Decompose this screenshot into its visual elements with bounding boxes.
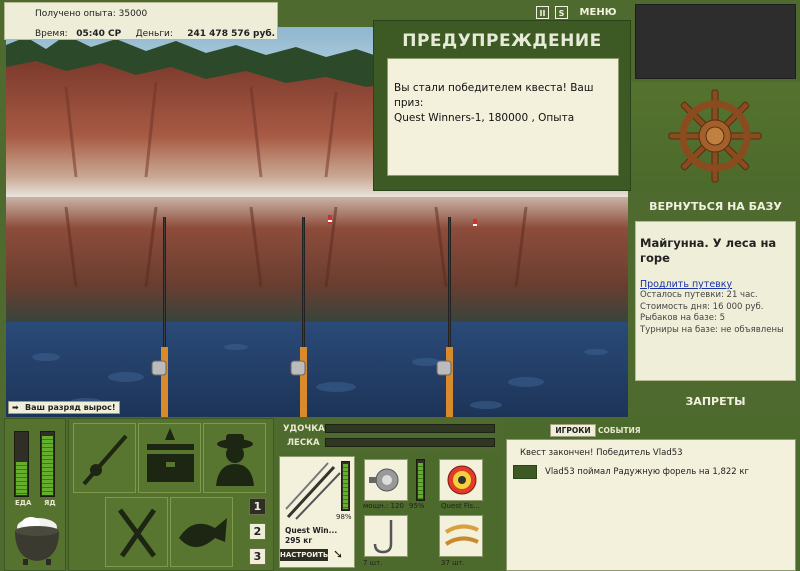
rod-name: Quest Win... — [285, 526, 338, 535]
money-value: 241 478 576 руб. — [187, 29, 276, 39]
bans-button[interactable]: ЗАПРЕТЫ — [631, 395, 800, 413]
reel-slot[interactable] — [364, 459, 408, 501]
food-bar — [14, 431, 29, 497]
food-pot-icon[interactable] — [9, 511, 65, 567]
chat-message: Vlad53 поймал Радужную форель на 1,822 к… — [513, 465, 789, 479]
hotkey-3-button[interactable]: 3 — [249, 548, 266, 565]
extend-permit-link[interactable]: Продлить путевку — [640, 279, 789, 290]
rod-tension-bar — [325, 424, 495, 433]
poison-bar-fill — [42, 436, 53, 495]
rods-tile[interactable] — [73, 423, 136, 493]
line-tension-bar — [325, 438, 495, 447]
time-money-readout: Время: 05:40 СР Деньги: 241 478 576 руб. — [35, 29, 276, 39]
tackle-box-tile[interactable] — [138, 423, 201, 493]
poison-label: ЯД — [44, 499, 56, 507]
rod-condition-percent: 98% — [336, 513, 352, 521]
expand-arrow-icon[interactable]: ➘ — [333, 547, 343, 561]
bait-count: 37 шт. — [441, 559, 465, 567]
warning-dialog[interactable]: ПРЕДУПРЕЖДЕНИЕ Вы стали победителем квес… — [373, 20, 631, 191]
food-bar-fill — [16, 461, 27, 495]
fish-icon — [179, 518, 227, 547]
reel-power: мощн.: 120 — [363, 502, 404, 510]
experience-readout: Получено опыта: 35000 — [35, 9, 148, 19]
day-cost: Стоимость дня: 16 000 руб. — [640, 301, 764, 312]
ship-wheel-area — [631, 82, 800, 190]
reel-icon — [369, 468, 399, 492]
fishing-rod-icon — [82, 434, 128, 486]
fishers-on-base: Рыбаков на базе: 5 — [640, 313, 725, 323]
player-info-panel: Получено опыта: 35000 Время: 05:40 СР Де… — [4, 2, 278, 40]
back-to-base-button[interactable]: ВЕРНУТЬСЯ НА БАЗУ — [631, 197, 800, 217]
rod-condition-bar — [341, 461, 350, 511]
fishing-line-icon — [447, 465, 477, 495]
eat-tile[interactable] — [105, 497, 168, 567]
hook-count: 7 шт. — [363, 559, 383, 567]
location-info-panel: Майгунна. У леса на горе Продлить путевк… — [635, 221, 796, 381]
rank-up-notice: ➡ Ваш разряд вырос! — [8, 401, 120, 414]
status-panel: ЕДА ЯД — [4, 418, 66, 571]
chat-messages[interactable]: Квест закончен! Победитель Vlad53 Vlad53… — [506, 439, 796, 571]
knife-fork-icon — [117, 508, 157, 558]
hotkey-2-button[interactable]: 2 — [249, 523, 266, 540]
ship-wheel-icon[interactable] — [631, 82, 800, 190]
tackle-box-icon — [147, 428, 194, 482]
line-label: ЛЕСКА — [287, 438, 320, 448]
line-slot[interactable] — [439, 459, 483, 501]
reel-condition-percent: 95% — [409, 502, 425, 510]
poison-bar — [40, 431, 55, 497]
bait-slot[interactable] — [439, 515, 483, 557]
rod-label: УДОЧКА — [283, 424, 325, 434]
arrow-right-icon: ➡ — [12, 403, 19, 412]
hotkey-1-button[interactable]: 1 — [249, 498, 266, 515]
line-name: Quest Fis... — [441, 502, 480, 510]
fisherman-icon — [216, 434, 254, 486]
fisherman-tile[interactable] — [203, 423, 266, 493]
warning-body: Вы стали победителем квеста! Ваш приз: Q… — [387, 58, 619, 176]
actions-panel: 1 2 3 — [68, 418, 274, 571]
warning-title: ПРЕДУПРЕЖДЕНИЕ — [402, 31, 602, 51]
food-label: ЕДА — [15, 499, 32, 507]
chat-message: Квест закончен! Победитель Vlad53 — [520, 448, 683, 458]
minimap-panel — [635, 4, 796, 79]
location-name: Майгунна. У леса на горе — [640, 236, 777, 265]
game-time: 05:40 СР — [76, 29, 122, 39]
sound-button[interactable]: S — [555, 6, 568, 19]
menu-button[interactable]: МЕНЮ — [576, 6, 620, 19]
rod-weight: 295 кг — [285, 536, 313, 545]
fish-tile[interactable] — [170, 497, 233, 567]
pause-button[interactable]: II — [536, 6, 549, 19]
permit-remaining: Осталось путевки: 21 час. — [640, 290, 758, 300]
tournaments-on-base: Турниры на базе: не объявлены — [640, 324, 784, 335]
rod-set-icon — [285, 462, 341, 520]
tab-events[interactable]: СОБЫТИЯ — [598, 424, 641, 437]
hook-icon — [373, 520, 393, 554]
fish-catch-icon — [513, 465, 537, 479]
bait-icon — [444, 524, 479, 546]
hook-slot[interactable] — [364, 515, 408, 557]
tab-players[interactable]: ИГРОКИ — [550, 424, 596, 437]
reel-condition-bar — [416, 459, 425, 501]
rod-condition-fill — [343, 463, 348, 509]
reel-condition-fill — [418, 463, 423, 499]
tackle-status-header: УДОЧКА ЛЕСКА — [275, 421, 500, 453]
setup-tackle-button[interactable]: НАСТРОИТЬ — [280, 549, 328, 561]
